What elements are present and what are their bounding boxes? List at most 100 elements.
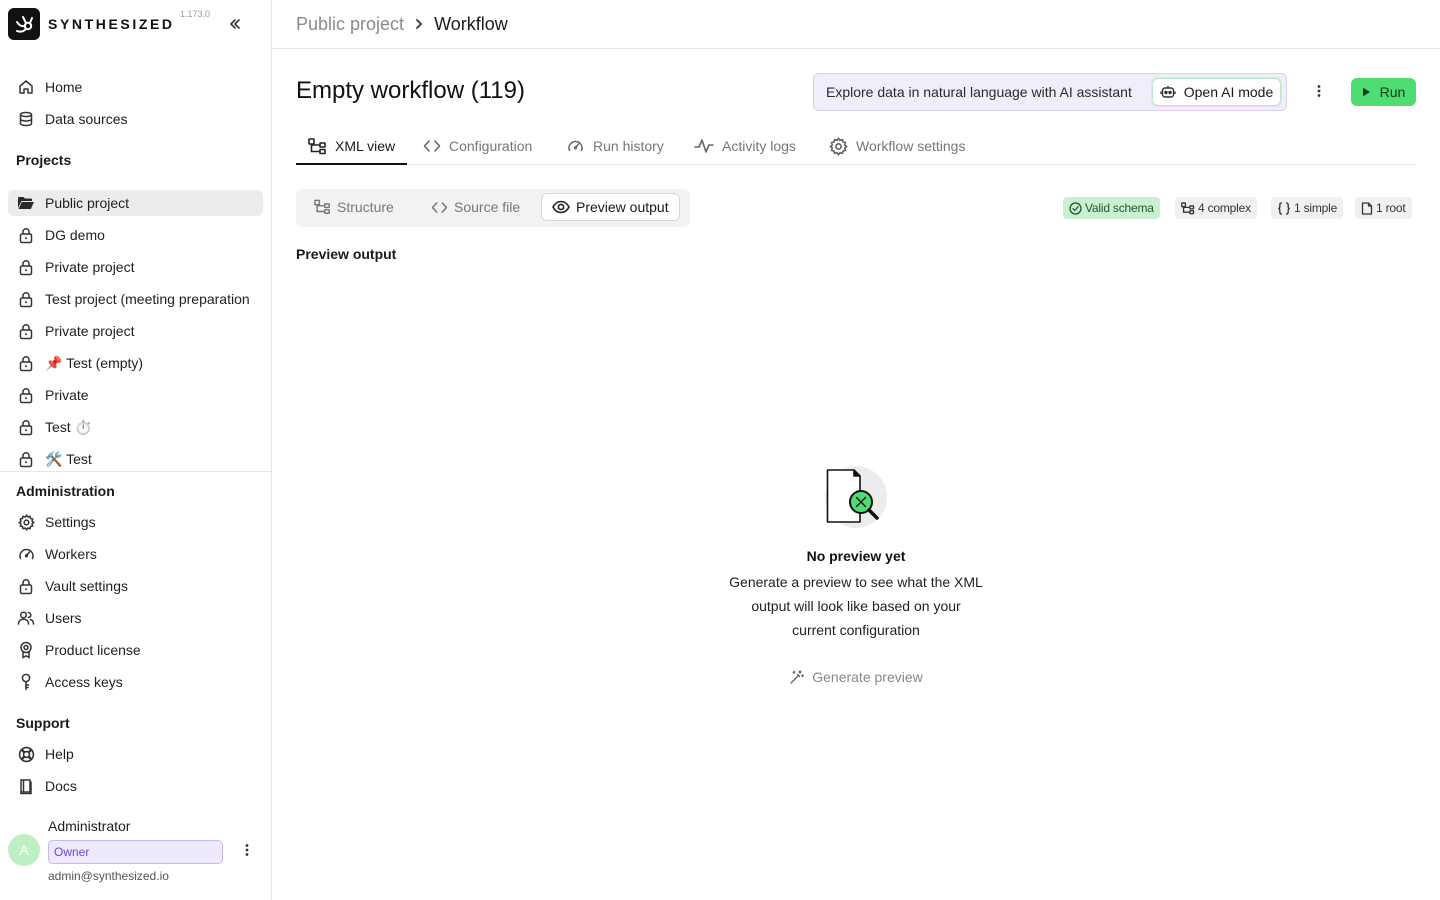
- lock-icon: [17, 354, 35, 372]
- run-button[interactable]: Run: [1351, 78, 1416, 106]
- structure-toggle[interactable]: Structure: [304, 193, 404, 221]
- sidebar-item-workers[interactable]: Workers: [8, 541, 263, 567]
- sidebar-item-project[interactable]: Test project (meeting preparation: [8, 286, 263, 312]
- sidebar-item-vault-settings[interactable]: Vault settings: [8, 573, 263, 599]
- sidebar-item-docs[interactable]: Docs: [8, 773, 263, 799]
- lock-icon: [17, 226, 35, 244]
- sidebar-item-access-keys[interactable]: Access keys: [8, 669, 263, 695]
- lock-icon: [17, 418, 35, 436]
- braces-icon: [1278, 201, 1290, 215]
- sidebar-item-project[interactable]: 📌 Test (empty): [8, 350, 263, 376]
- lock-icon: [17, 258, 35, 276]
- tab-label: Activity logs: [722, 138, 796, 154]
- sidebar-item-label: Private project: [45, 259, 135, 275]
- page-title: Empty workflow (119): [296, 77, 525, 104]
- lock-icon: [17, 290, 35, 308]
- users-icon: [17, 609, 35, 627]
- sidebar-item-label: Settings: [45, 514, 96, 530]
- structure-label: Structure: [337, 199, 394, 215]
- magic-wand-icon: [790, 669, 805, 684]
- lock-icon: [17, 577, 35, 595]
- sidebar-item-data-sources[interactable]: Data sources: [8, 106, 263, 132]
- avatar[interactable]: A: [8, 834, 40, 866]
- sidebar-item-project[interactable]: Private: [8, 382, 263, 408]
- kebab-icon: [1317, 85, 1321, 97]
- lifebuoy-icon: [17, 745, 35, 763]
- user-email: admin@synthesized.io: [48, 869, 169, 883]
- sidebar-item-label: Home: [45, 79, 83, 95]
- sidebar-item-label: Test project (meeting preparation: [45, 291, 250, 307]
- file-search-icon: [824, 466, 888, 530]
- complex-count-label: 4 complex: [1198, 201, 1251, 215]
- sidebar-item-project[interactable]: Private project: [8, 254, 263, 280]
- user-menu-button[interactable]: [238, 841, 256, 859]
- preview-output-toggle[interactable]: Preview output: [541, 193, 680, 221]
- root-count-badge: 1 root: [1355, 197, 1412, 219]
- ai-assistant-banner: Explore data in natural language with AI…: [813, 73, 1287, 111]
- app-version: 1.173.0: [180, 9, 211, 19]
- sidebar-item-label: Public project: [45, 195, 130, 211]
- sidebar-item-label: Private: [45, 387, 89, 403]
- complex-count-badge: 4 complex: [1175, 197, 1257, 219]
- tab-run-history[interactable]: Run history: [566, 128, 664, 164]
- award-icon: [17, 641, 35, 659]
- breadcrumb-parent-link[interactable]: Public project: [296, 14, 404, 35]
- tab-configuration[interactable]: Configuration: [423, 128, 532, 164]
- tab-label: Configuration: [449, 138, 533, 154]
- view-toggle: Structure Source file Preview output: [296, 189, 690, 227]
- root-count-label: 1 root: [1376, 201, 1406, 215]
- tab-workflow-settings[interactable]: Workflow settings: [829, 128, 965, 164]
- sidebar-item-project[interactable]: DG demo: [8, 222, 263, 248]
- key-icon: [17, 673, 35, 691]
- sidebar-item-settings[interactable]: Settings: [8, 509, 263, 535]
- breadcrumb: Public project Workflow: [272, 0, 1440, 49]
- empty-state-description: Generate a preview to see what the XML o…: [729, 574, 983, 638]
- empty-state: No preview yet Generate a preview to see…: [696, 466, 1016, 690]
- gauge-icon: [568, 140, 583, 152]
- sidebar-item-label: Test ⏱️: [45, 418, 92, 435]
- valid-schema-badge: Valid schema: [1063, 197, 1160, 219]
- activity-icon: [694, 139, 714, 153]
- gear-icon: [829, 136, 848, 156]
- valid-schema-label: Valid schema: [1085, 201, 1154, 215]
- database-icon: [17, 110, 35, 128]
- folder-open-icon: [17, 194, 35, 212]
- sidebar-item-label: Private project: [45, 323, 135, 339]
- breadcrumb-current: Workflow: [434, 13, 508, 34]
- sidebar-item-label: Access keys: [45, 674, 123, 690]
- tab-xml-view[interactable]: XML view: [296, 128, 408, 165]
- robot-icon: [1160, 86, 1176, 98]
- sidebar-item-project[interactable]: Test ⏱️: [8, 414, 263, 440]
- generate-preview-button[interactable]: Generate preview: [789, 669, 923, 685]
- source-file-toggle[interactable]: Source file: [421, 193, 530, 221]
- sidebar-item-users[interactable]: Users: [8, 605, 263, 631]
- book-icon: [17, 777, 35, 795]
- sidebar-item-product-license[interactable]: Product license: [8, 637, 263, 663]
- sidebar-item-home[interactable]: Home: [8, 74, 263, 100]
- sidebar-item-project[interactable]: 🛠️ Test: [8, 446, 263, 472]
- sidebar-item-label: 🛠️ Test: [45, 450, 92, 467]
- collapse-sidebar-button[interactable]: [226, 15, 244, 33]
- sidebar-item-project[interactable]: Public project: [8, 190, 263, 216]
- synthesized-logo[interactable]: [8, 8, 40, 40]
- file-icon: [1361, 201, 1373, 215]
- user-name: Administrator: [48, 818, 131, 834]
- tab-label: XML view: [335, 138, 396, 154]
- support-section-title: Support: [16, 715, 70, 731]
- sidebar-divider: [0, 471, 271, 472]
- sidebar-item-label: DG demo: [45, 227, 105, 243]
- open-ai-mode-button[interactable]: Open AI mode: [1152, 78, 1281, 106]
- sidebar-item-project[interactable]: Private project: [8, 318, 263, 344]
- schema-icon: [308, 137, 326, 154]
- sidebar-item-label: Docs: [45, 778, 77, 794]
- sidebar-item-label: 📌 Test (empty): [45, 354, 144, 371]
- brand: SYNTHESIZED 1.173.0: [0, 0, 271, 48]
- sidebar-item-label: Help: [45, 746, 74, 762]
- simple-count-badge: 1 simple: [1271, 197, 1344, 219]
- sidebar-item-label: Product license: [45, 642, 141, 658]
- tab-activity-logs[interactable]: Activity logs: [694, 128, 796, 164]
- sidebar-item-help[interactable]: Help: [8, 741, 263, 767]
- code-icon: [431, 201, 448, 213]
- tab-label: Workflow settings: [856, 138, 966, 154]
- more-options-button[interactable]: [1310, 82, 1328, 100]
